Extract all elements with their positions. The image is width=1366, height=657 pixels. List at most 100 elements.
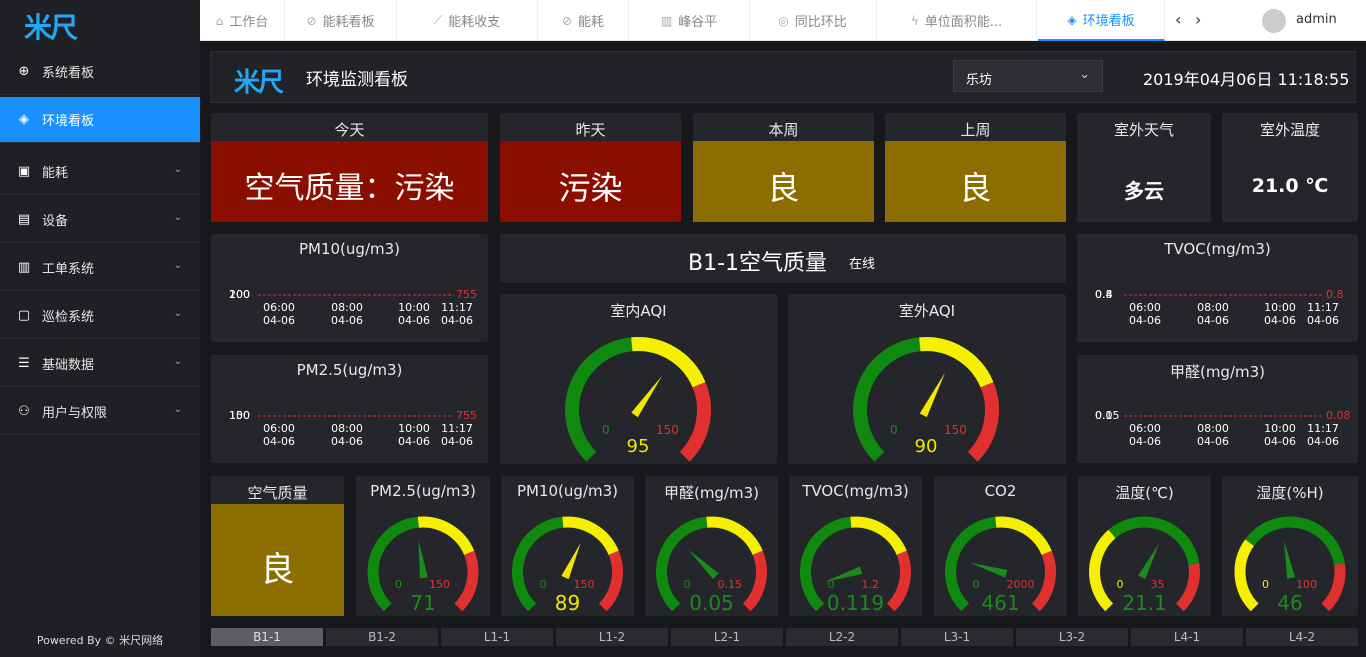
summary-title: 昨天 <box>575 121 606 139</box>
x-tick-date: 04-06 <box>331 314 363 327</box>
floor-tab[interactable]: L2-2 <box>786 628 898 646</box>
x-tick-time: 10:00 <box>1264 422 1296 435</box>
x-tick-time: 10:00 <box>1264 301 1296 314</box>
floor-tab[interactable]: L1-1 <box>441 628 553 646</box>
floor-tab[interactable]: L2-1 <box>671 628 783 646</box>
gauge-segment <box>1245 516 1345 566</box>
floor-tab[interactable]: L4-2 <box>1246 628 1358 646</box>
sidebar-item-5[interactable]: ▢ 巡检系统 ⌄ <box>0 293 200 339</box>
datetime: 2019年04月06日 11:18:55 <box>1143 70 1350 89</box>
gauge-min: 0 <box>395 578 402 591</box>
gauge-segment <box>679 382 711 462</box>
floor-tab[interactable]: L3-2 <box>1016 628 1128 646</box>
dashboard-header: 米尺 环境监测看板 乐坊 ⌄ 2019年04月06日 11:18:55 <box>210 51 1356 103</box>
gauge-svg: 0 35 21.1 <box>1089 516 1200 615</box>
x-tick-time: 08:00 <box>331 422 363 435</box>
sidebar-item-1[interactable]: ◈ 环境看板 <box>0 97 200 143</box>
sidebar-item-0[interactable]: ⊕ 系统看板 <box>0 49 200 95</box>
quality-title: 空气质量 <box>247 484 308 502</box>
temperature-value: 21.0 ℃ <box>1251 175 1329 197</box>
temperature-title: 室外温度 <box>1259 121 1320 139</box>
tab-label: 单位面积能... <box>924 15 1003 30</box>
tab-label: 峰谷平 <box>678 15 718 30</box>
avatar[interactable] <box>1262 9 1286 33</box>
tab-label: 工作台 <box>229 15 269 30</box>
sidebar-item-6[interactable]: ☰ 基础数据 ⌄ <box>0 341 200 387</box>
tab-0[interactable]: ⌂ 工作台 <box>200 0 285 41</box>
x-tick-date: 04-06 <box>1264 314 1296 327</box>
tab-next-icon[interactable]: › <box>1195 10 1201 29</box>
database-icon: ☰ <box>18 356 30 371</box>
gauge-segment <box>706 516 763 556</box>
sensor-gauge: 湿度(%H) 0 100 46 <box>1222 476 1358 616</box>
trend-last-value: 755 <box>456 409 477 422</box>
tab-label: 同比环比 <box>794 15 847 30</box>
gauge-segment <box>631 337 706 388</box>
trend-svg: 200 100 755 06:00 04-0608:00 04-0610:00 … <box>229 288 477 327</box>
trend-svg: 150 100 755 06:00 04-0608:00 04-0610:00 … <box>229 409 477 448</box>
tab-1[interactable]: ⊘ 能耗看板 <box>285 0 397 41</box>
weather-title: 室外天气 <box>1113 121 1174 139</box>
location-select[interactable]: 乐坊 ⌄ <box>953 60 1103 92</box>
header-logo: 米尺 <box>234 68 284 98</box>
sidebar-item-7[interactable]: ⚇ 用户与权限 ⌄ <box>0 389 200 435</box>
gauge-min: 0 <box>602 423 610 437</box>
trend-chart: PM2.5(ug/m3) 150 100 755 06:00 04-06 08:0… <box>211 355 488 463</box>
dashboard: 米尺 环境监测看板 乐坊 ⌄ 2019年04月06日 11:18:55 今天 空… <box>200 41 1366 657</box>
drop-icon: ◈ <box>1067 12 1077 27</box>
gauge-min: 0 <box>1262 578 1269 591</box>
sidebar-item-4[interactable]: ▥ 工单系统 ⌄ <box>0 245 200 291</box>
user-name[interactable]: admin <box>1296 12 1337 27</box>
gauge-max: 150 <box>656 423 679 437</box>
x-tick-time: 06:00 <box>263 422 295 435</box>
app-logo[interactable]: 米尺 <box>24 6 78 46</box>
tab-3[interactable]: ⊘ 能耗 <box>538 0 629 41</box>
tab-4[interactable]: ▥ 峰谷平 <box>629 0 750 41</box>
globe-icon: ⊕ <box>18 64 30 79</box>
tab-label: 能耗 <box>578 15 605 30</box>
x-tick-time: 06:00 <box>1129 301 1161 314</box>
floor-tab[interactable]: L3-1 <box>901 628 1013 646</box>
x-tick-date: 04-06 <box>1129 314 1161 327</box>
summary-title: 今天 <box>334 121 365 139</box>
tab-6[interactable]: ϟ 单位面积能... <box>877 0 1037 41</box>
sidebar-item-label: 工单系统 <box>42 262 95 277</box>
sidebar-item-2[interactable]: ▣ 能耗 ⌄ <box>0 149 200 195</box>
y-tick: 100 <box>229 409 250 422</box>
temperature-card: 室外温度 21.0 ℃ <box>1222 113 1358 222</box>
gauge-svg: 0 100 46 <box>1234 516 1346 615</box>
gauge-max: 150 <box>574 578 595 591</box>
chevron-down-icon: ⌄ <box>1079 67 1090 82</box>
floor-tab[interactable]: L4-1 <box>1131 628 1243 646</box>
x-tick-time: 08:00 <box>1197 422 1229 435</box>
floor-tab[interactable]: B1-2 <box>326 628 438 646</box>
floor-tab[interactable]: B1-1 <box>211 628 323 646</box>
x-tick-date: 04-06 <box>331 435 363 448</box>
sidebar-item-3[interactable]: ▤ 设备 ⌄ <box>0 197 200 243</box>
x-tick-time: 08:00 <box>1197 301 1229 314</box>
bar-chart-icon: ▥ <box>660 13 673 28</box>
floor-tab[interactable]: L1-2 <box>556 628 668 646</box>
chevron-down-icon: ⌄ <box>173 212 182 223</box>
device-icon: ▤ <box>17 212 31 227</box>
tab-label: 环境看板 <box>1082 14 1135 29</box>
tab-bar: ⌂ 工作台 ⊘ 能耗看板 ⟋ 能耗收支 ⊘ 能耗 ▥ 峰谷平 ◎ 同比环比 ϟ 单位面积能... ◈ 环境看板… <box>200 0 1366 41</box>
powered-by: Powered By © 米尺网络 <box>36 634 164 647</box>
gauge-svg: 0 150 95 <box>565 337 711 462</box>
gauge-segment <box>919 337 994 388</box>
sensor-gauge: 温度(℃) 0 35 21.1 <box>1078 476 1211 616</box>
tab-2[interactable]: ⟋ 能耗收支 <box>397 0 538 41</box>
gauge-segment <box>995 516 1052 556</box>
gauge-needle <box>631 375 663 418</box>
gauge-max: 150 <box>429 578 450 591</box>
gauge-max: 150 <box>944 423 967 437</box>
x-tick-time: 11:17 <box>1307 301 1339 314</box>
gauge-max: 100 <box>1296 578 1317 591</box>
tab-5[interactable]: ◎ 同比环比 <box>749 0 877 41</box>
gauge-needle <box>1138 543 1160 580</box>
sensor-gauge: 甲醛(mg/m3) 0 0.15 0.05 <box>645 476 778 616</box>
tab-7[interactable]: ◈ 环境看板 <box>1038 0 1165 41</box>
gauge-segment <box>1089 529 1116 612</box>
tab-prev-icon[interactable]: ‹ <box>1175 10 1181 29</box>
x-tick-date: 04-06 <box>441 435 473 448</box>
